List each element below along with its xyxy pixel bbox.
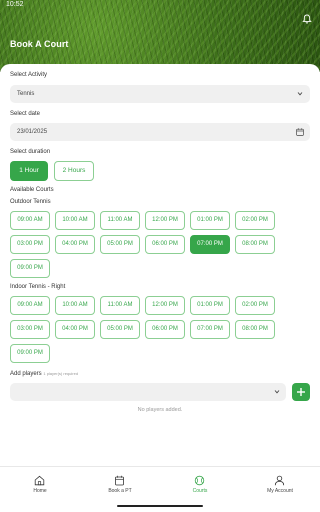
time-slot-button[interactable]: 11:00 AM xyxy=(100,211,140,230)
players-select[interactable] xyxy=(10,383,286,401)
time-slot-button[interactable]: 09:00 AM xyxy=(10,296,50,315)
home-indicator xyxy=(117,505,203,507)
header-background: 10:52 Book A Court xyxy=(0,0,320,72)
nav-label: Home xyxy=(33,488,47,494)
time-slot-button[interactable]: 04:00 PM xyxy=(55,320,95,339)
time-slot-button[interactable]: 12:00 PM xyxy=(145,296,185,315)
user-icon xyxy=(274,475,285,486)
chevron-down-icon xyxy=(274,390,280,394)
home-icon xyxy=(34,475,45,486)
time-slot-button[interactable]: 05:00 PM xyxy=(100,320,140,339)
time-slot-button[interactable]: 08:00 PM xyxy=(235,235,275,254)
nav-item-home[interactable]: Home xyxy=(0,467,80,512)
time-slot-button[interactable]: 07:00 PM xyxy=(190,235,230,254)
time-slot-button[interactable]: 08:00 PM xyxy=(235,320,275,339)
nav-label: Courts xyxy=(192,488,208,494)
time-slot-button[interactable]: 11:00 AM xyxy=(100,296,140,315)
date-label: Select date xyxy=(10,111,41,117)
nav-label: My Account xyxy=(267,488,293,494)
nav-label: Book a PT xyxy=(108,488,132,494)
time-slot-button[interactable]: 02:00 PM xyxy=(235,211,275,230)
time-slot-button[interactable]: 06:00 PM xyxy=(145,320,185,339)
time-slot-button[interactable]: 04:00 PM xyxy=(55,235,95,254)
time-slot-button[interactable]: 07:00 PM xyxy=(190,320,230,339)
date-field[interactable]: 23/01/2025 xyxy=(10,123,310,141)
activity-value: Tennis xyxy=(17,91,35,97)
nav-item-my-account[interactable]: My Account xyxy=(240,467,320,512)
court-section-title: Outdoor Tennis xyxy=(10,199,51,205)
add-players-label: Add players 1 player(s) required xyxy=(10,371,78,377)
chevron-down-icon xyxy=(297,92,303,96)
time-slot-button[interactable]: 03:00 PM xyxy=(10,235,50,254)
tennis-ball-icon xyxy=(194,475,205,486)
time-slot-button[interactable]: 01:00 PM xyxy=(190,211,230,230)
activity-select[interactable]: Tennis xyxy=(10,85,310,103)
calendar-icon xyxy=(115,475,124,486)
add-players-title: Add players xyxy=(10,371,42,377)
available-courts-heading: Available Courts xyxy=(10,187,54,193)
time-slot-button[interactable]: 06:00 PM xyxy=(145,235,185,254)
time-slot-button[interactable]: 09:00 PM xyxy=(10,259,50,278)
page-title: Book A Court xyxy=(10,39,69,49)
duration-label: Select duration xyxy=(10,149,51,155)
time-slot-button[interactable]: 09:00 AM xyxy=(10,211,50,230)
duration-1-hour-button[interactable]: 1 Hour xyxy=(10,161,48,181)
time-slot-button[interactable]: 02:00 PM xyxy=(235,296,275,315)
time-slot-button[interactable]: 10:00 AM xyxy=(55,296,95,315)
duration-2-hours-button[interactable]: 2 Hours xyxy=(54,161,94,181)
players-required-hint: 1 player(s) required xyxy=(43,371,79,376)
time-slot-button[interactable]: 05:00 PM xyxy=(100,235,140,254)
time-slot-button[interactable]: 09:00 PM xyxy=(10,344,50,363)
time-slot-button[interactable]: 03:00 PM xyxy=(10,320,50,339)
calendar-icon[interactable] xyxy=(296,128,304,136)
status-time: 10:52 xyxy=(6,1,24,8)
activity-label: Select Activity xyxy=(10,72,48,78)
time-slot-button[interactable]: 10:00 AM xyxy=(55,211,95,230)
bell-icon[interactable] xyxy=(302,14,312,24)
no-players-message: No players added. xyxy=(137,407,183,413)
time-slot-button[interactable]: 01:00 PM xyxy=(190,296,230,315)
plus-icon xyxy=(297,388,305,396)
time-slot-button[interactable]: 12:00 PM xyxy=(145,211,185,230)
court-section-title: Indoor Tennis - Right xyxy=(10,284,66,290)
add-player-button[interactable] xyxy=(292,383,310,401)
date-value: 23/01/2025 xyxy=(17,129,48,135)
